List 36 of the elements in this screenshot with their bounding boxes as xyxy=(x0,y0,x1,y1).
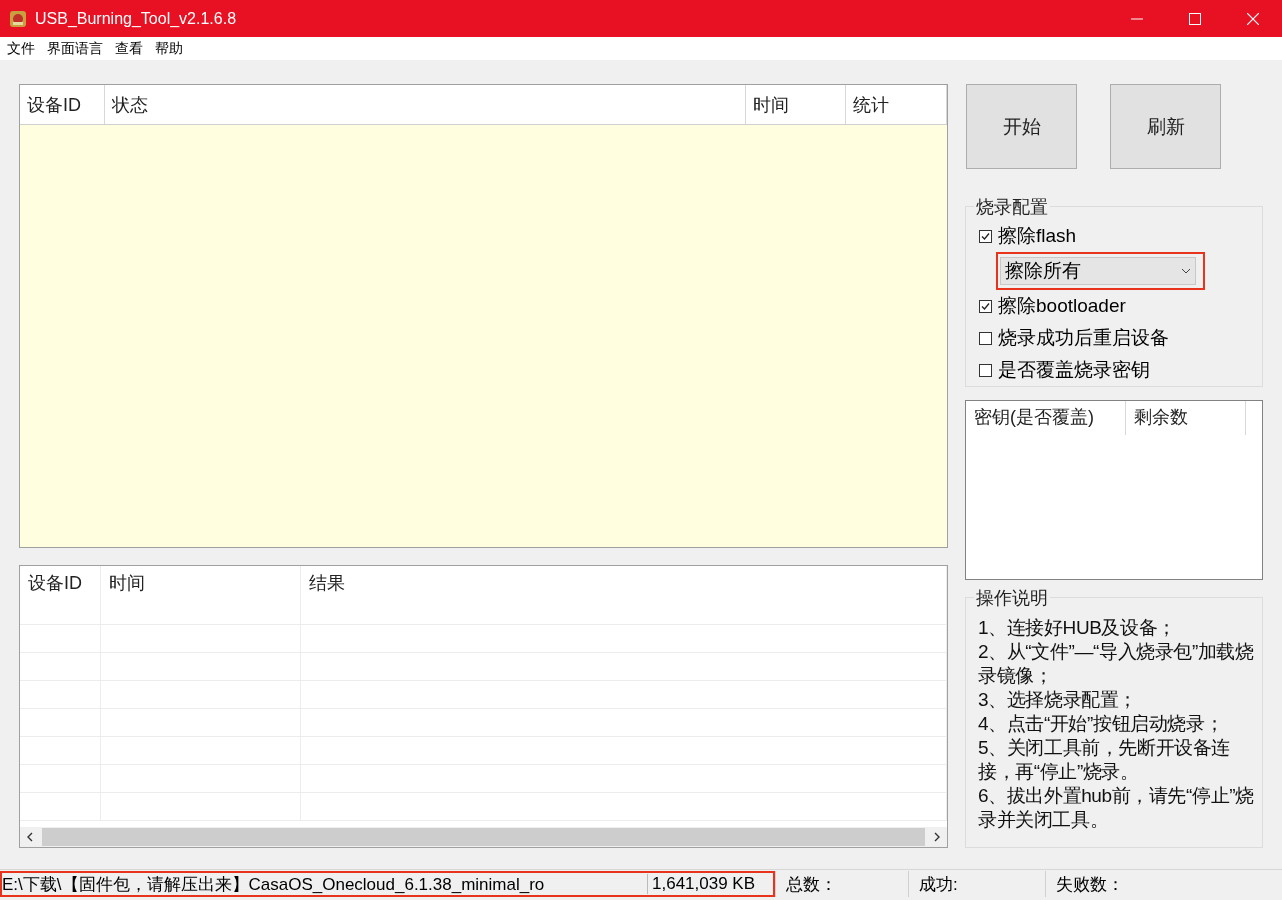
instruction-step: 2、从“文件”—“导入烧录包”加载烧录镜像； xyxy=(978,640,1262,688)
success-count-label: 成功: xyxy=(908,871,1045,897)
checkbox[interactable] xyxy=(979,331,992,345)
fail-count-label: 失败数： xyxy=(1045,871,1282,897)
menu-item[interactable]: 查看 xyxy=(110,39,150,58)
erase-mode-dropdown[interactable]: 擦除所有 xyxy=(1000,257,1196,285)
checkbox-label: 是否覆盖烧录密钥 xyxy=(998,358,1150,382)
instruction-step: 4、点击“开始”按钮启动烧录； xyxy=(978,712,1262,736)
maximize-icon xyxy=(1189,12,1201,25)
checkbox-label: 擦除flash xyxy=(998,224,1077,248)
checkbox[interactable] xyxy=(979,229,992,243)
instruction-step: 3、选择烧录配置； xyxy=(978,688,1262,712)
close-icon xyxy=(1247,12,1259,25)
checkbox-label: 烧录成功后重启设备 xyxy=(998,326,1169,350)
menu-item[interactable]: 文件 xyxy=(2,39,42,58)
file-size: 1,641,039 KB xyxy=(647,874,756,894)
menu-item[interactable]: 帮助 xyxy=(150,39,190,58)
chevron-down-icon xyxy=(1181,268,1191,274)
instruction-step: 6、拔出外置hub前，请先“停止”烧录并关闭工具。 xyxy=(978,784,1262,832)
group-title: 烧录配置 xyxy=(974,195,1050,219)
total-count-label: 总数： xyxy=(775,871,908,897)
action-button[interactable]: 刷新 xyxy=(1110,84,1221,169)
checkbox[interactable] xyxy=(979,363,992,377)
app-icon xyxy=(9,9,27,28)
action-button[interactable]: 开始 xyxy=(966,84,1077,169)
window-title: USB_Burning_Tool_v2.1.6.8 xyxy=(35,9,238,28)
menu-item[interactable]: 界面语言 xyxy=(42,39,110,58)
file-path: E:\下载\【固件包，请解压出来】CasaOS_Onecloud_6.1.38_minimal_ro xyxy=(2,873,546,895)
scroll-left-icon[interactable] xyxy=(26,832,34,842)
checkbox-label: 擦除bootloader xyxy=(998,294,1126,318)
scroll-right-icon[interactable] xyxy=(933,832,941,842)
checkbox[interactable] xyxy=(979,299,992,313)
instruction-step: 1、连接好HUB及设备； xyxy=(978,616,1262,640)
group-title: 操作说明 xyxy=(974,586,1050,610)
horizontal-scrollbar[interactable] xyxy=(20,827,947,847)
instruction-step: 5、关闭工具前，先断开设备连接，再“停止”烧录。 xyxy=(978,736,1262,784)
